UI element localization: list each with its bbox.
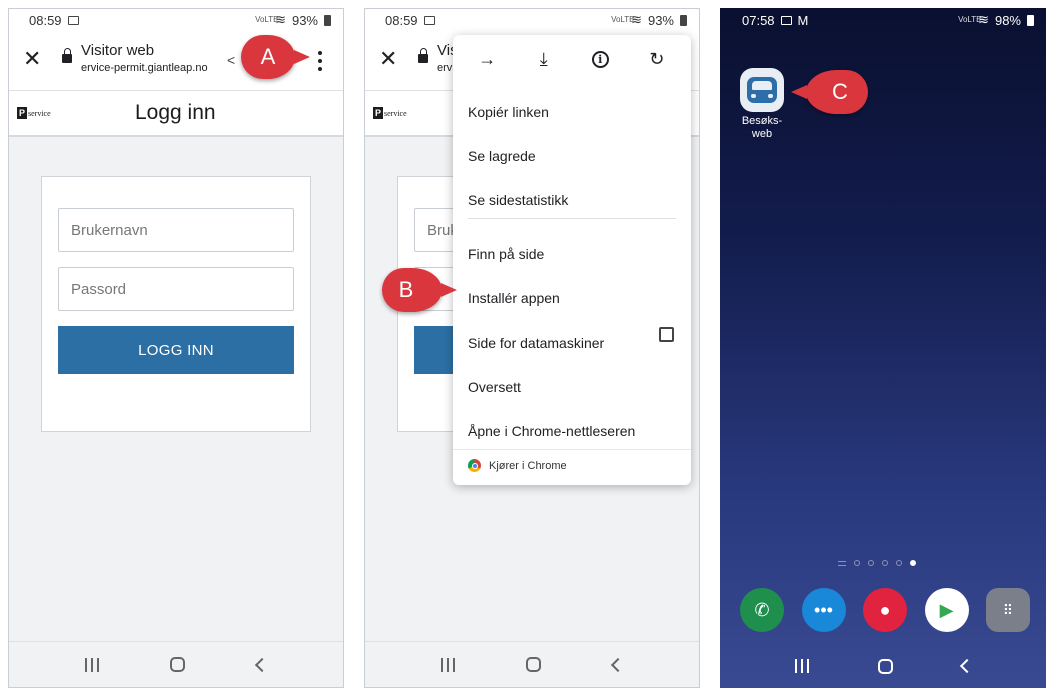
- info-icon[interactable]: i: [586, 45, 614, 73]
- overflow-menu: → ⤓ i ↻ Kopiér linken Se lagrede Se side…: [453, 35, 691, 485]
- lock-icon[interactable]: [418, 48, 428, 63]
- system-nav-bar: [9, 641, 343, 687]
- wifi-signal-icon: ≋: [978, 12, 989, 27]
- logo-text: service: [384, 108, 407, 118]
- back-icon[interactable]: [255, 657, 270, 672]
- callout-c: C: [791, 70, 868, 114]
- battery-icon: [324, 14, 331, 26]
- login-button[interactable]: LOGG INN: [58, 326, 294, 374]
- pservice-logo: P service: [17, 107, 51, 119]
- wifi-signal-icon: ≋: [275, 12, 286, 27]
- download-icon[interactable]: ⤓: [530, 45, 558, 73]
- recent-apps-icon[interactable]: [794, 659, 809, 673]
- battery-percent: 98%: [994, 12, 1021, 28]
- pservice-logo: P service: [373, 107, 407, 119]
- menu-footer-divider: [453, 449, 691, 450]
- play-store-icon[interactable]: ▶: [924, 588, 969, 632]
- battery-icon: [680, 14, 687, 26]
- car-icon: [747, 77, 777, 103]
- logo-letter: P: [373, 107, 383, 119]
- menu-footer: Kjører i Chrome: [489, 460, 567, 472]
- recent-apps-icon[interactable]: [84, 657, 99, 672]
- messages-icon[interactable]: •••: [801, 588, 846, 632]
- gallery-notification-icon: [780, 15, 792, 25]
- callout-b: B: [382, 268, 457, 312]
- share-icon[interactable]: <: [227, 52, 235, 68]
- username-input[interactable]: [59, 209, 293, 251]
- logo-text: service: [28, 108, 51, 118]
- menu-item-find-in-page[interactable]: Finn på side: [468, 246, 544, 262]
- camera-icon[interactable]: ●: [863, 588, 907, 632]
- menu-item-open-in-chrome[interactable]: Åpne i Chrome-nettleseren: [468, 423, 635, 439]
- page-indicator: [838, 560, 916, 566]
- phone-screen-homescreen: 07:58 M VoLTE ≋ 98% Besøks- web ✆ ••• ● …: [720, 8, 1046, 688]
- gallery-notification-icon: [67, 15, 79, 25]
- status-bar: 08:59 VoLTE ≋ 93%: [9, 9, 343, 31]
- menu-item-install-app[interactable]: Installér appen: [468, 290, 560, 306]
- battery-icon: [1027, 14, 1034, 26]
- gallery-notification-icon: [423, 15, 435, 25]
- menu-item-saved[interactable]: Se lagrede: [468, 148, 536, 164]
- volte-icon: VoLTE: [611, 15, 635, 24]
- apps-grid-icon[interactable]: ⠿: [986, 588, 1030, 632]
- home-icon[interactable]: [526, 657, 542, 672]
- menu-icon-row: → ⤓ i ↻: [453, 35, 691, 83]
- status-bar: 07:58 M VoLTE ≋ 98%: [720, 8, 1046, 32]
- volte-icon: VoLTE: [255, 15, 279, 24]
- system-nav-bar: [365, 641, 699, 687]
- password-field[interactable]: [58, 267, 294, 311]
- app-dock: ✆ ••• ● ▶ ⠿: [740, 588, 1030, 632]
- status-time: 08:59: [29, 12, 62, 28]
- login-card: LOGG INN: [41, 176, 311, 432]
- status-bar: 08:59 VoLTE ≋ 93%: [365, 9, 699, 31]
- toolbar-url: ervice-permit.giantleap.no: [81, 62, 208, 74]
- menu-item-copy-link[interactable]: Kopiér linken: [468, 104, 549, 120]
- menu-item-page-stats[interactable]: Se sidestatistikk: [468, 192, 568, 208]
- app-header: P service Logg inn: [9, 91, 343, 137]
- forward-arrow-icon[interactable]: →: [473, 45, 501, 73]
- system-nav-bar: [720, 644, 1046, 688]
- page-indicator-lines: [838, 560, 846, 566]
- app-label[interactable]: Besøks- web: [732, 115, 792, 141]
- desktop-site-checkbox[interactable]: [659, 327, 674, 342]
- battery-percent: 93%: [291, 12, 318, 28]
- recent-apps-icon[interactable]: [440, 657, 455, 672]
- volte-icon: VoLTE: [958, 15, 982, 24]
- status-time: 08:59: [385, 12, 418, 28]
- password-input[interactable]: [59, 268, 293, 310]
- close-icon[interactable]: ✕: [23, 47, 41, 71]
- phone-icon[interactable]: ✆: [740, 588, 784, 632]
- phone-screen-login: 08:59 VoLTE ≋ 93% ✕ Visitor web ervice-p…: [8, 8, 344, 688]
- home-icon[interactable]: [170, 657, 186, 672]
- lock-icon[interactable]: [62, 48, 72, 63]
- gmail-notification-icon: M: [797, 12, 809, 28]
- page-title: Logg inn: [135, 101, 216, 124]
- menu-item-translate[interactable]: Oversett: [468, 379, 521, 395]
- logo-letter: P: [17, 107, 27, 119]
- menu-item-desktop-site[interactable]: Side for datamaskiner: [468, 335, 604, 351]
- menu-divider: [468, 218, 676, 219]
- toolbar-title: Visitor web: [81, 42, 155, 59]
- close-icon[interactable]: ✕: [379, 47, 397, 71]
- phone-screen-menu: 08:59 VoLTE ≋ 93% ✕ Vis ervi P service →…: [364, 8, 700, 688]
- refresh-icon[interactable]: ↻: [643, 45, 671, 73]
- callout-a: A: [241, 35, 310, 79]
- username-field[interactable]: [58, 208, 294, 252]
- chrome-icon: [468, 459, 481, 472]
- battery-percent: 93%: [647, 12, 674, 28]
- home-icon[interactable]: [877, 658, 893, 674]
- back-icon[interactable]: [611, 657, 626, 672]
- more-vert-icon[interactable]: [314, 49, 326, 73]
- back-icon[interactable]: [959, 658, 974, 674]
- visitor-web-app-icon[interactable]: [740, 68, 784, 112]
- wifi-signal-icon: ≋: [631, 12, 642, 27]
- status-time: 07:58: [742, 12, 775, 28]
